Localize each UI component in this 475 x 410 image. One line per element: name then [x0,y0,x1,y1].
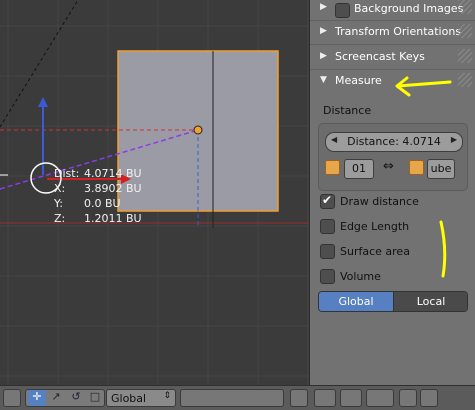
manipulator-toggle-icon[interactable]: ✛ [28,390,46,406]
proportional-edit-button[interactable] [340,389,362,407]
view-menu-button[interactable] [3,389,21,407]
manipulator-group: ✛ ↗ ↺ □ [25,389,105,407]
rotate-icon[interactable]: ↺ [67,390,85,406]
annotation-stroke-icon [439,220,447,278]
render-icon-button[interactable] [399,389,417,407]
lock-camera-button[interactable] [290,389,308,407]
render-animation-button[interactable] [420,389,438,407]
translate-icon[interactable]: ↗ [47,390,65,406]
viewport-header-toolbar: ✛ ↗ ↺ □ Global ⇕ [0,385,475,410]
snap-toggle-button[interactable] [366,389,394,407]
scale-icon[interactable]: □ [86,390,104,406]
layer-buttons[interactable] [180,389,284,407]
orientation-select[interactable]: Global ⇕ [106,389,176,407]
annotation-layer [395,76,452,278]
annotation-arrow-icon [396,80,452,88]
select-arrows-icon: ⇕ [163,391,171,401]
pivot-point-button[interactable] [314,389,336,407]
orientation-select-value: Global [111,392,147,405]
